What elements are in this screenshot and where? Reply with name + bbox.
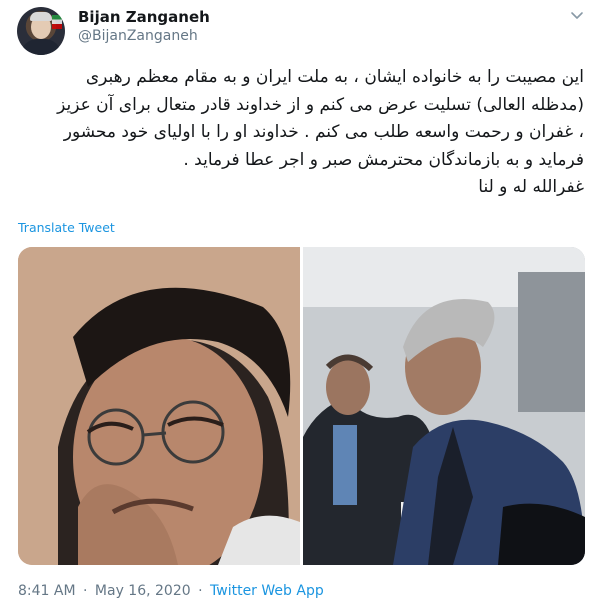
chevron-down-icon[interactable] xyxy=(568,6,586,24)
tweet-date[interactable]: May 16, 2020 xyxy=(95,583,191,599)
tweet-text-line: (مدظله العالی) تسلیت عرض می کنم و از خدا… xyxy=(57,94,584,115)
photo-left[interactable] xyxy=(18,247,300,565)
tweet-text-line: غفرالله له و لنا xyxy=(478,177,584,197)
separator-dot: · xyxy=(83,583,88,599)
separator-dot: · xyxy=(198,583,203,599)
tweet-text-line: این مصیبت را به خانواده ایشان ، به ملت ا… xyxy=(85,67,584,87)
tweet-timestamp: 8:41 AM · May 16, 2020 · Twitter Web App xyxy=(18,583,324,599)
tweet-text-line: فرماید و به بازماندگان محترمش صبر و اجر … xyxy=(183,149,584,170)
author-handle[interactable]: @BijanZanganeh xyxy=(78,28,198,44)
tweet: Bijan Zanganeh @BijanZanganeh این مصیبت … xyxy=(0,0,600,599)
media-grid xyxy=(18,247,585,565)
author-name[interactable]: Bijan Zanganeh xyxy=(78,8,210,26)
translate-tweet-link[interactable]: Translate Tweet xyxy=(18,220,115,235)
tweet-time[interactable]: 8:41 AM xyxy=(18,583,76,599)
photo-right[interactable] xyxy=(303,247,585,565)
source-app-link[interactable]: Twitter Web App xyxy=(210,583,324,599)
avatar[interactable] xyxy=(17,7,65,55)
tweet-text-line: ، غفران و رحمت واسعه طلب می کنم . خداوند… xyxy=(63,122,584,142)
tweet-text: این مصیبت را به خانواده ایشان ، به ملت ا… xyxy=(14,64,584,202)
